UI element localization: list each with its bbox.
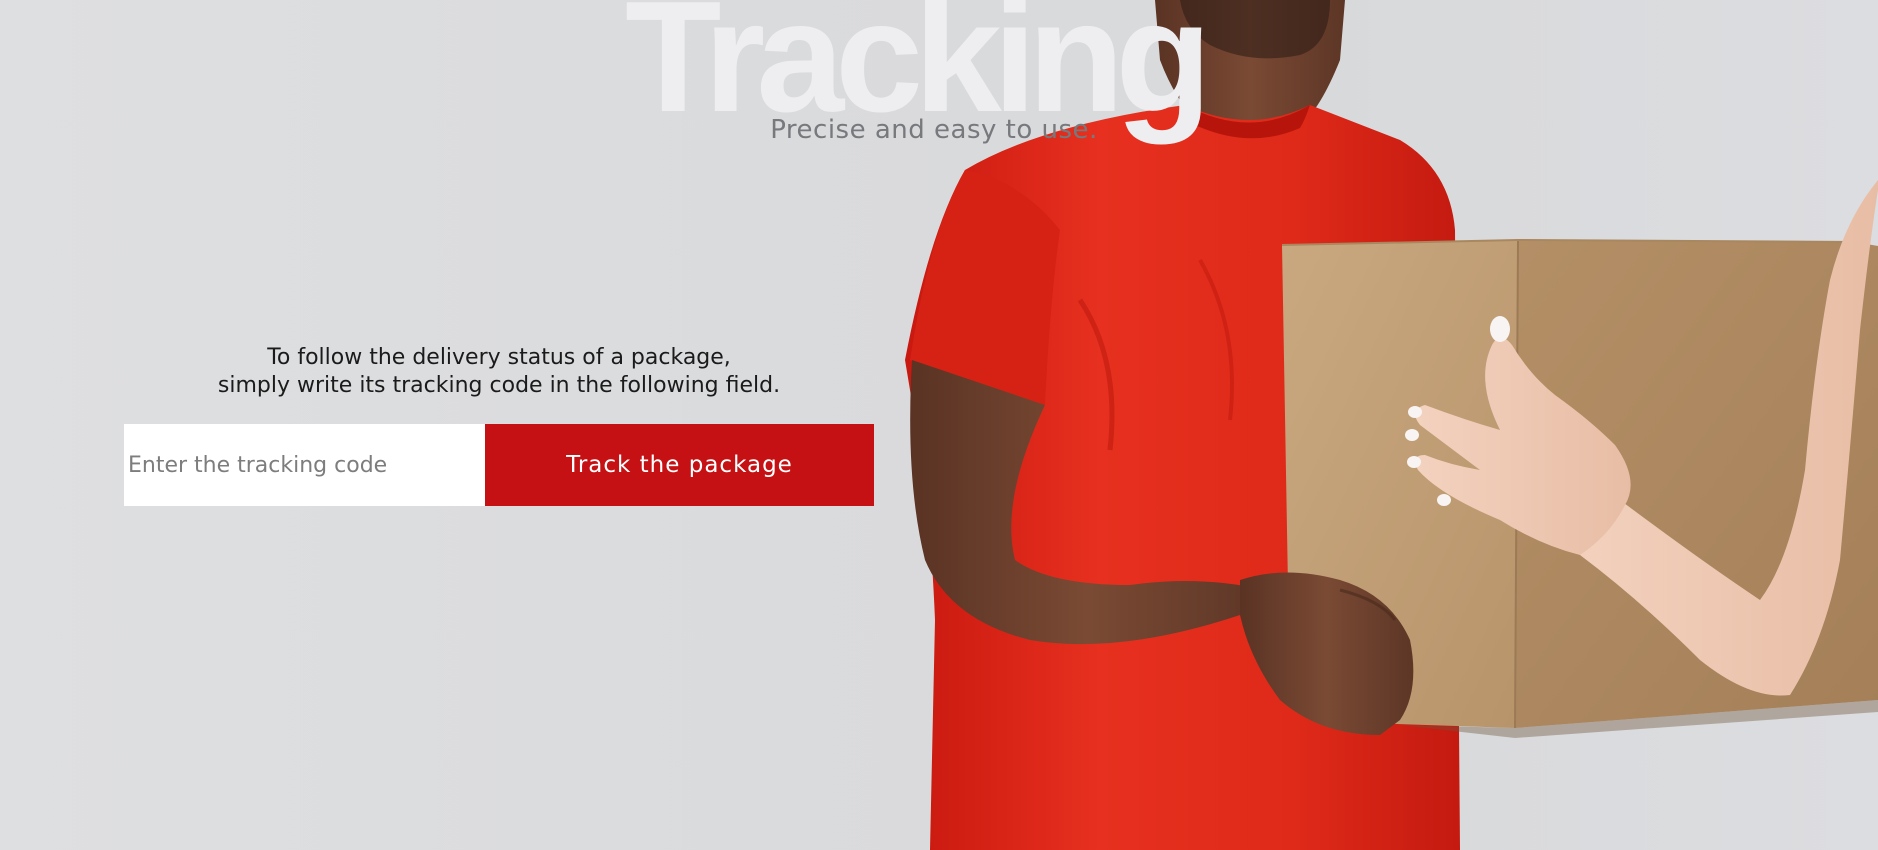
page-subtitle: Precise and easy to use. <box>770 115 1098 145</box>
track-package-button[interactable]: Track the package <box>485 424 874 506</box>
tracking-instructions: To follow the delivery status of a packa… <box>124 344 874 400</box>
tracking-hero: Tracking Precise and easy to use. To fol… <box>0 0 1878 850</box>
instruction-line-1: To follow the delivery status of a packa… <box>267 345 731 370</box>
tracking-code-input[interactable] <box>124 424 485 506</box>
instruction-line-2: simply write its tracking code in the fo… <box>217 373 781 398</box>
